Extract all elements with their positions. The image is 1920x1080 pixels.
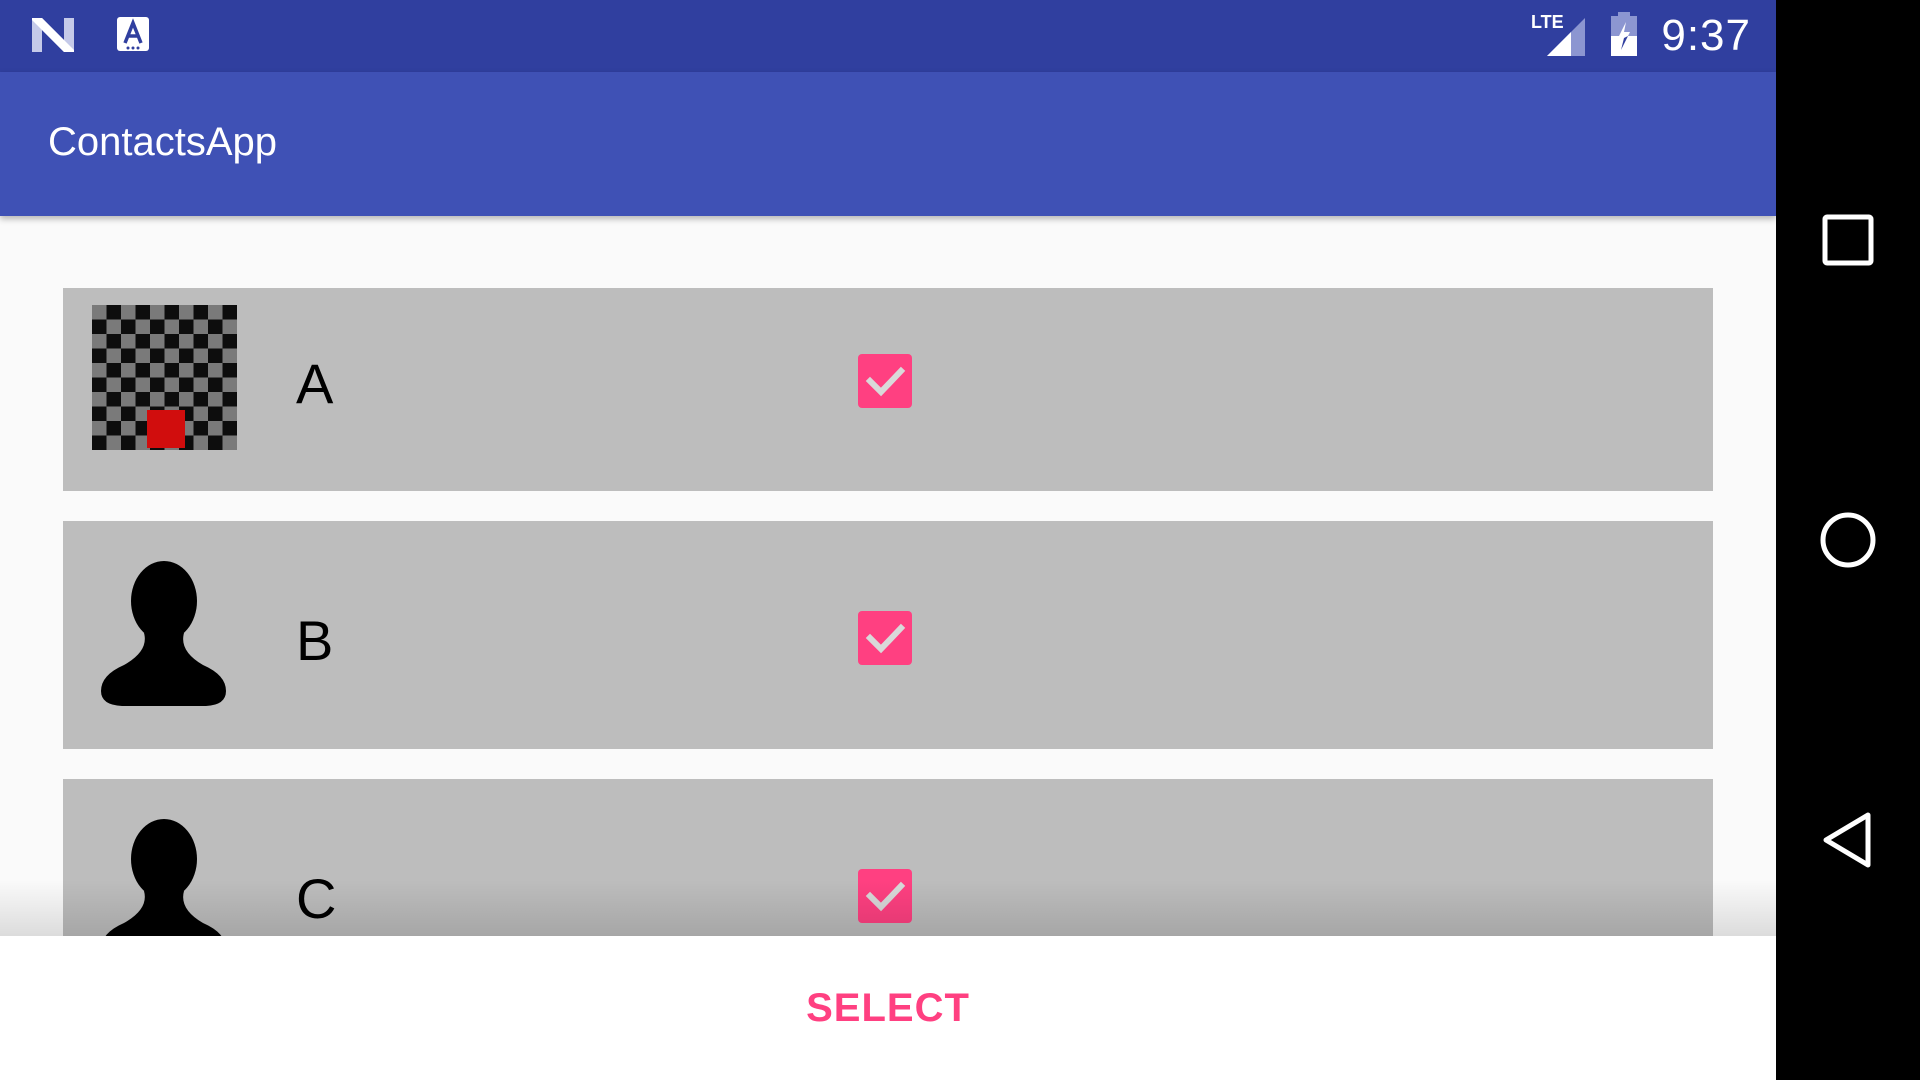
contact-checkbox[interactable] <box>858 354 912 408</box>
battery-charging-icon <box>1609 10 1639 63</box>
check-icon <box>865 623 906 654</box>
back-button[interactable] <box>1813 805 1883 875</box>
check-icon <box>865 881 906 912</box>
recents-icon <box>1822 214 1874 266</box>
recents-button[interactable] <box>1813 205 1883 275</box>
contact-row[interactable]: B <box>63 521 1713 749</box>
back-icon <box>1823 812 1871 868</box>
avatar-red-square <box>147 410 185 448</box>
contact-checkbox[interactable] <box>858 611 912 665</box>
contact-name: C <box>296 867 337 930</box>
home-button[interactable] <box>1813 505 1883 575</box>
status-bar: LTE 9:37 <box>0 0 1776 72</box>
svg-text:LTE: LTE <box>1531 12 1564 32</box>
contact-row[interactable]: A <box>63 288 1713 491</box>
contact-checkbox[interactable] <box>858 869 912 923</box>
contact-name: B <box>296 609 334 672</box>
status-left-icons <box>30 16 150 59</box>
status-right-icons: LTE 9:37 <box>1531 10 1751 62</box>
status-clock: 9:37 <box>1661 11 1751 60</box>
contact-avatar-image <box>92 305 237 450</box>
select-button[interactable]: SELECT <box>788 972 988 1044</box>
app-screen: LTE 9:37 ContactsApp A B C SELECT <box>0 0 1776 1080</box>
notification-a-icon <box>116 16 150 59</box>
app-title: ContactsApp <box>48 120 278 164</box>
bottom-bar: SELECT <box>0 936 1776 1080</box>
navigation-bar <box>1776 0 1920 1080</box>
contact-name: A <box>296 352 334 415</box>
app-bar: ContactsApp <box>0 72 1776 216</box>
lte-signal-icon: LTE <box>1531 10 1587 63</box>
notification-n-icon <box>30 16 76 59</box>
check-icon <box>865 366 906 397</box>
home-icon <box>1820 512 1876 568</box>
person-icon <box>92 561 237 706</box>
